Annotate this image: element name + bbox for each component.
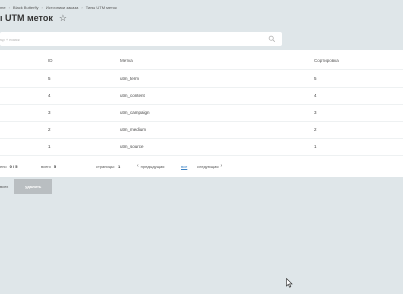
table-row[interactable]: 4 utm_content 4: [0, 87, 403, 104]
next-page-label: следующая: [197, 163, 219, 169]
cell-sort: 1: [314, 144, 317, 149]
table-row[interactable]: 1 utm_source 1: [0, 138, 403, 155]
title-row: ı UTM меток ☆: [0, 13, 67, 23]
cell-label[interactable]: utm_term: [120, 70, 139, 87]
cell-sort: 5: [314, 76, 317, 81]
prev-page-label: предыдущая: [140, 163, 165, 169]
table-header-row: ID Метка Сортировка: [0, 52, 403, 69]
chevron-left-icon: ‹: [137, 163, 139, 169]
breadcrumb-separator: ›: [41, 4, 43, 10]
cell-sort: 4: [314, 93, 317, 98]
mouse-cursor-icon: [286, 278, 293, 288]
cell-sort: 2: [314, 127, 317, 132]
breadcrumb-separator: ›: [8, 4, 10, 10]
cell-id: 1: [48, 144, 51, 149]
cell-id: 4: [48, 93, 51, 98]
selected-count: ено 0 / 5: [0, 160, 17, 172]
pages-label: страницы:: [96, 163, 116, 169]
row-divider: [0, 155, 403, 156]
pages-value: 1: [118, 163, 121, 169]
table-footer: ено 0 / 5 всего 5 страницы: 1 ‹ предыдущ…: [0, 160, 403, 172]
cell-label[interactable]: utm_source: [120, 138, 144, 155]
pages-info: страницы: 1: [96, 160, 120, 172]
page-title: ı UTM меток: [0, 13, 53, 23]
total-label: всего: [41, 163, 51, 169]
header-sort[interactable]: Сортировка: [314, 52, 339, 69]
header-id[interactable]: ID: [48, 52, 53, 69]
star-icon[interactable]: ☆: [59, 13, 67, 23]
select-all-link[interactable]: всех: [0, 184, 8, 189]
cell-label[interactable]: utm_content: [120, 87, 145, 104]
breadcrumb-separator: ›: [81, 4, 83, 10]
breadcrumb-item-company[interactable]: Black Butterfly: [13, 5, 39, 10]
bulk-actions: всех удалить: [0, 178, 53, 194]
all-pages-link[interactable]: все: [181, 160, 187, 172]
table-row[interactable]: 3 utm_campaign 3: [0, 104, 403, 121]
search-bar: [0, 32, 282, 46]
table-row[interactable]: 2 utm_medium 2: [0, 121, 403, 138]
cell-label[interactable]: utm_campaign: [120, 104, 150, 121]
cell-id: 5: [48, 76, 51, 81]
search-input[interactable]: [0, 36, 268, 42]
next-page-link[interactable]: следующая ›: [197, 160, 222, 172]
breadcrumb-item-home[interactable]: me: [0, 5, 6, 10]
cell-label[interactable]: utm_medium: [120, 121, 146, 138]
header-label[interactable]: Метка: [120, 52, 133, 69]
search-icon[interactable]: [268, 35, 276, 43]
selected-value: 0 / 5: [9, 163, 18, 169]
breadcrumb-item-current: Типы UTM меток: [85, 4, 117, 10]
total-value: 5: [53, 163, 57, 169]
total-count: всего 5: [41, 160, 56, 172]
breadcrumb-item-order-sources[interactable]: Источники заказа: [46, 5, 79, 10]
utm-types-table: ID Метка Сортировка 5 utm_term 5 4 utm_c…: [0, 50, 403, 177]
cell-id: 3: [48, 110, 51, 115]
breadcrumb: me › Black Butterfly › Источники заказа …: [0, 3, 117, 11]
chevron-right-icon: ›: [220, 163, 223, 169]
prev-page-link[interactable]: ‹ предыдущая: [137, 160, 164, 172]
selected-label: ено: [0, 163, 7, 169]
cell-sort: 3: [314, 110, 317, 115]
cell-id: 2: [48, 127, 51, 132]
delete-button[interactable]: удалить: [14, 178, 53, 194]
table-row[interactable]: 5 utm_term 5: [0, 70, 403, 87]
